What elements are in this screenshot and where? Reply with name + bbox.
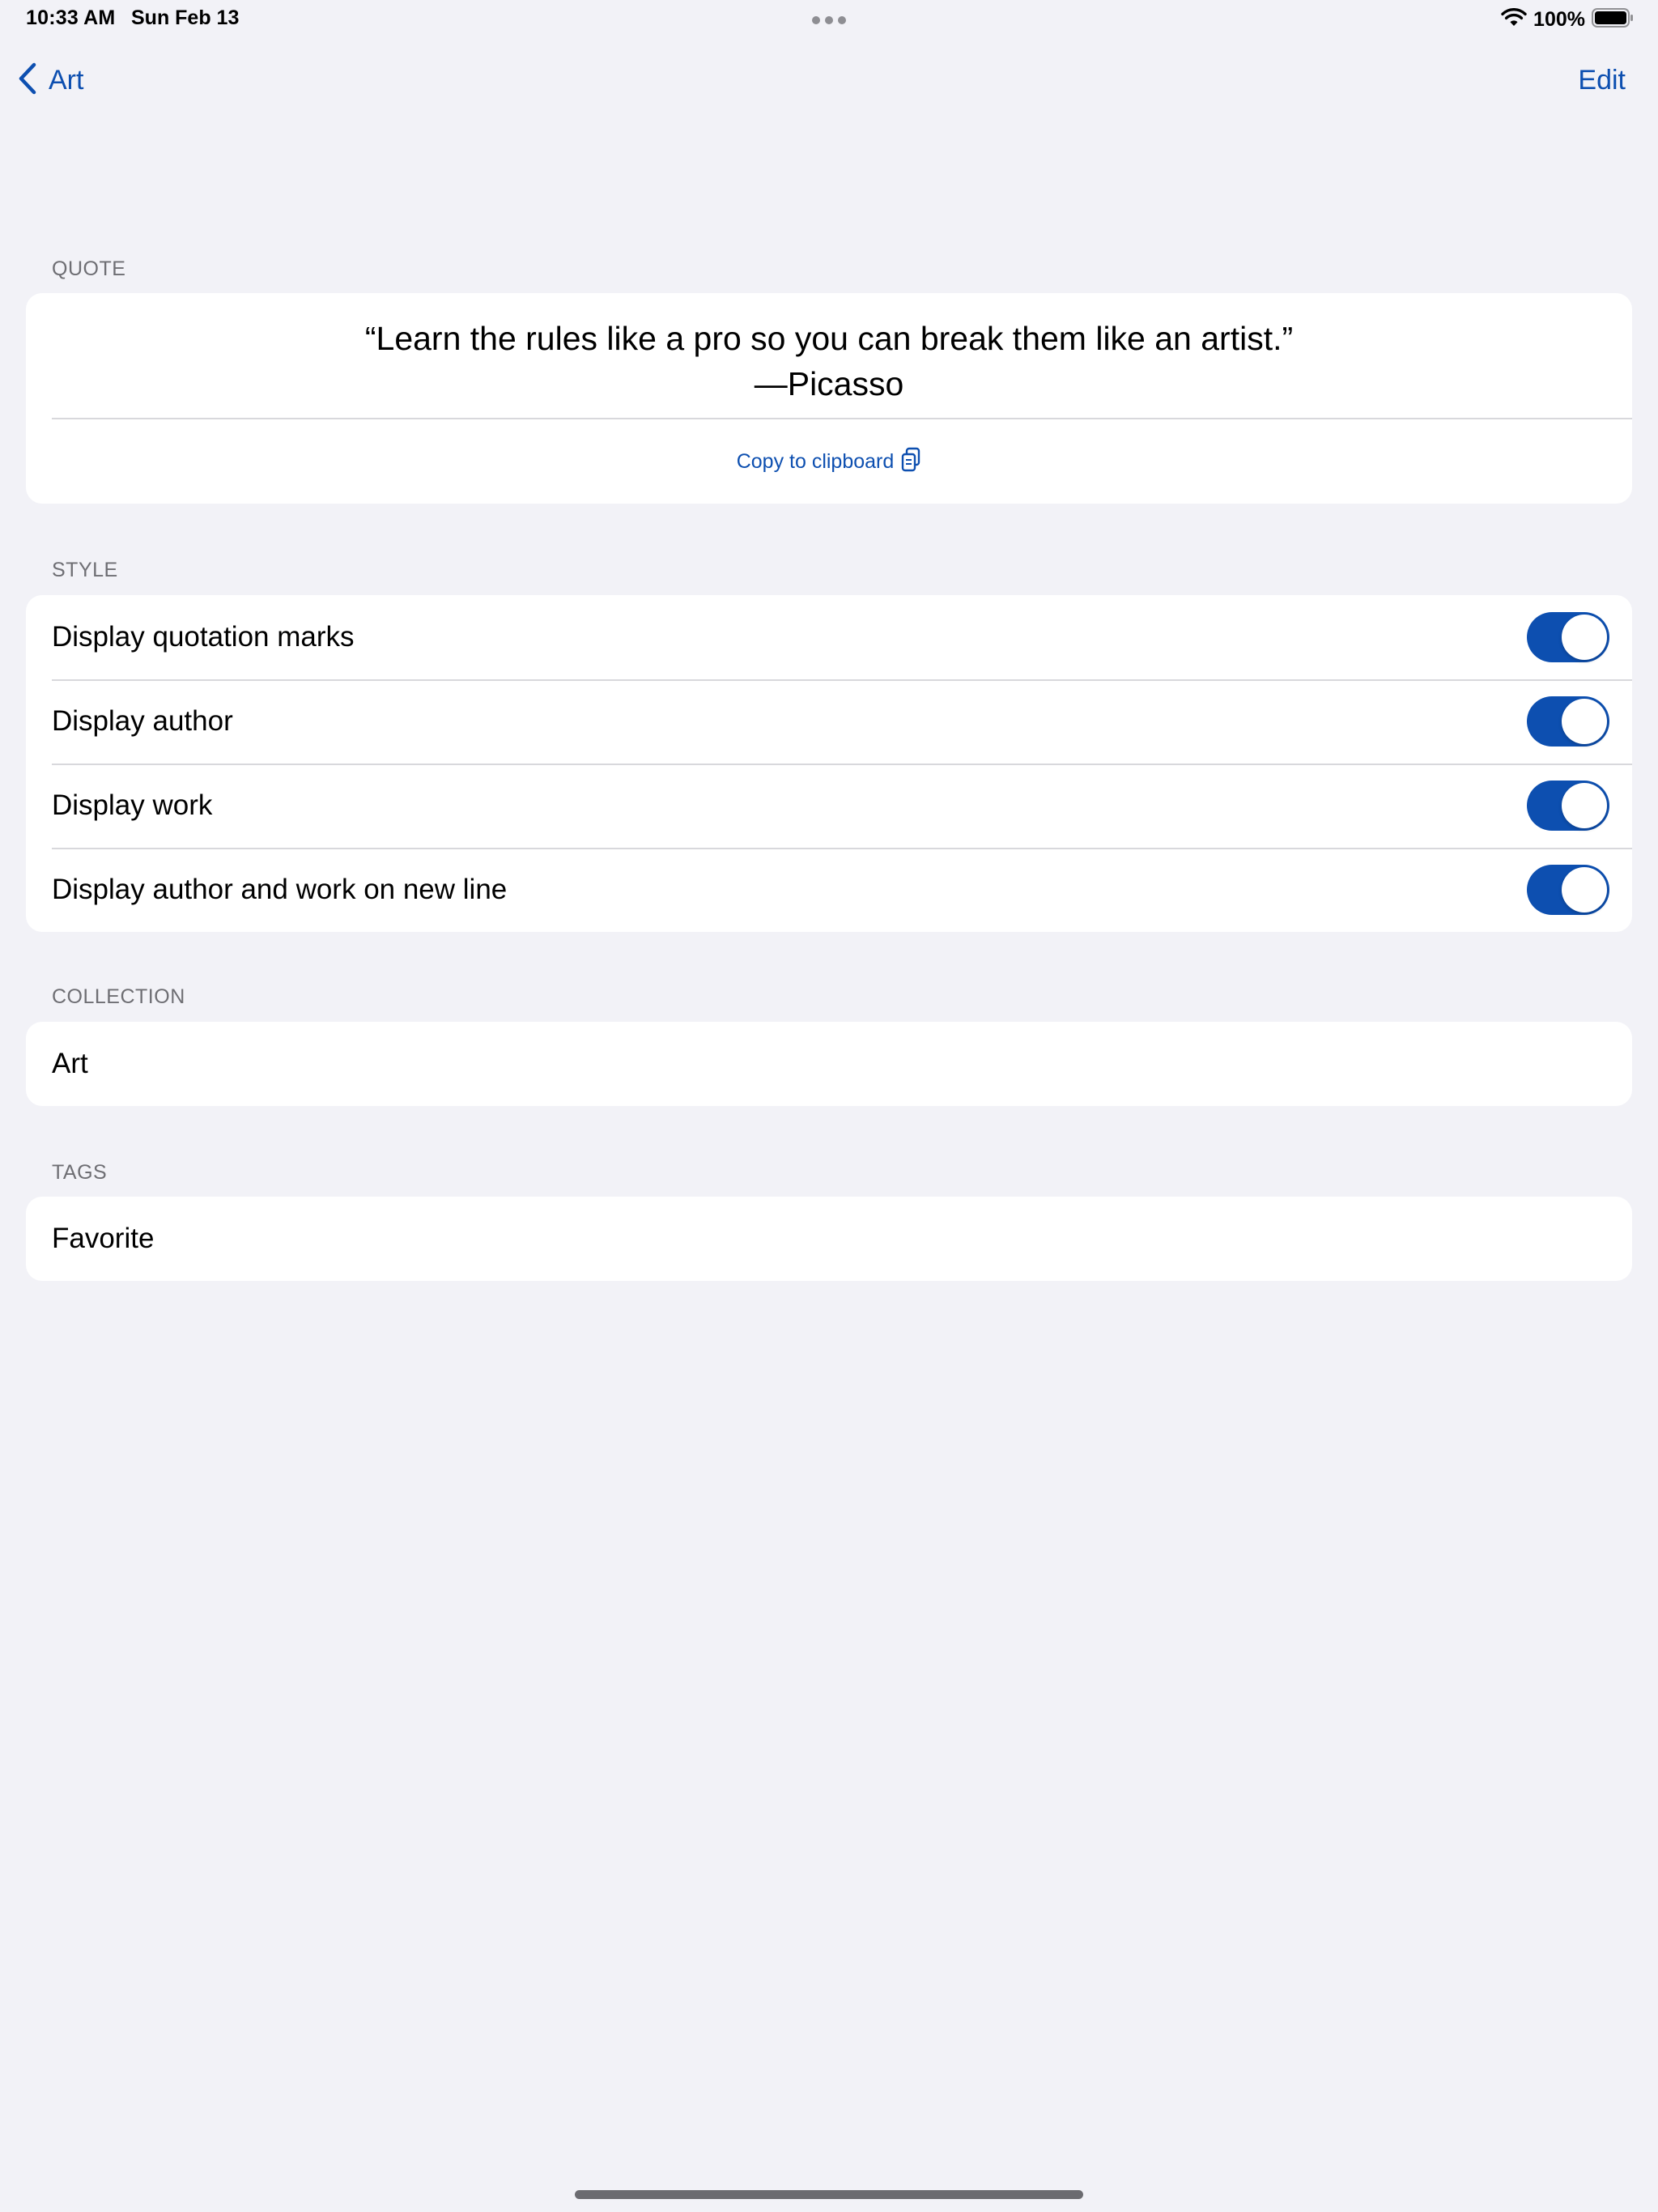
copy-to-clipboard-label: Copy to clipboard <box>736 449 895 473</box>
style-option-row: Display quotation marks <box>26 595 1632 679</box>
multitasking-dots-icon[interactable] <box>811 15 847 24</box>
chevron-left-icon <box>18 62 37 99</box>
display-work-toggle[interactable] <box>1527 781 1609 831</box>
display-author-and-work-on-new-line-label: Display author and work on new line <box>52 874 508 905</box>
toggle-knob <box>1562 867 1607 912</box>
display-author-toggle[interactable] <box>1527 696 1609 747</box>
battery-icon <box>1592 7 1634 32</box>
collection-card: Art <box>26 1022 1632 1106</box>
tags-card: Favorite <box>26 1197 1632 1281</box>
style-option-row: Display author <box>26 679 1632 764</box>
edit-button[interactable]: Edit <box>1578 58 1626 102</box>
wifi-icon <box>1501 7 1527 32</box>
quote-text: “Learn the rules like a pro so you can b… <box>364 320 1294 357</box>
tags-section-header: TAGS <box>52 1161 108 1184</box>
display-author-and-work-on-new-line-toggle[interactable] <box>1527 865 1609 915</box>
display-work-label: Display work <box>52 789 213 821</box>
quote-section-header: QUOTE <box>52 257 126 280</box>
toggle-knob <box>1562 783 1607 828</box>
collection-row[interactable]: Art <box>26 1022 1632 1106</box>
toggle-knob <box>1562 699 1607 744</box>
status-time: 10:33 AM <box>26 6 116 29</box>
collection-value: Art <box>52 1048 88 1079</box>
style-section-header: STYLE <box>52 559 118 581</box>
display-quotation-marks-toggle[interactable] <box>1527 612 1609 662</box>
battery-percentage: 100% <box>1533 7 1585 31</box>
quote-preview: “Learn the rules like a pro so you can b… <box>26 316 1632 406</box>
style-card: Display quotation marks Display author D… <box>26 595 1632 932</box>
home-indicator[interactable] <box>575 2190 1083 2199</box>
status-bar: 10:33 AM Sun Feb 13 100% <box>0 0 1658 39</box>
tag-value: Favorite <box>52 1223 155 1254</box>
back-button-label: Art <box>49 64 84 96</box>
collection-section-header: COLLECTION <box>52 985 185 1008</box>
display-quotation-marks-label: Display quotation marks <box>52 621 355 653</box>
status-indicators: 100% <box>1501 5 1634 34</box>
quote-card: “Learn the rules like a pro so you can b… <box>26 293 1632 504</box>
back-button[interactable]: Art <box>18 58 83 102</box>
display-author-label: Display author <box>52 705 233 737</box>
style-option-row: Display work <box>26 764 1632 848</box>
style-option-row: Display author and work on new line <box>26 848 1632 932</box>
tags-row[interactable]: Favorite <box>26 1197 1632 1281</box>
toggle-knob <box>1562 615 1607 660</box>
quote-author: —Picasso <box>754 365 904 402</box>
status-date: Sun Feb 13 <box>131 6 240 29</box>
copy-to-clipboard-button[interactable]: Copy to clipboard <box>26 419 1632 504</box>
clipboard-icon <box>900 447 921 477</box>
